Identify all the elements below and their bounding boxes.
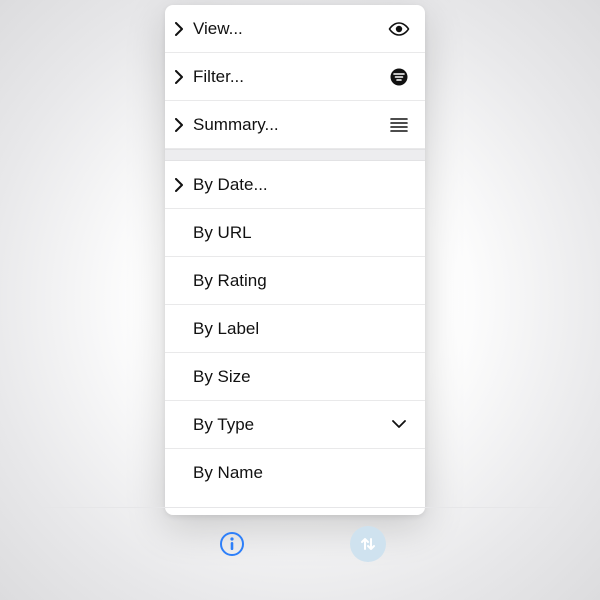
sort-item-name[interactable]: By Name bbox=[165, 449, 425, 497]
chevron-right-icon bbox=[165, 22, 193, 36]
sort-item-date[interactable]: By Date... bbox=[165, 161, 425, 209]
sort-icon bbox=[358, 534, 378, 554]
menu-item-label: By Size bbox=[193, 367, 387, 387]
menu-item-label: By URL bbox=[193, 223, 387, 243]
sort-item-type[interactable]: By Type bbox=[165, 401, 425, 449]
sort-item-rating[interactable]: By Rating bbox=[165, 257, 425, 305]
menu-item-label: View... bbox=[193, 19, 387, 39]
chevron-right-icon bbox=[165, 178, 193, 192]
chevron-down-icon bbox=[387, 420, 411, 429]
bottom-toolbar bbox=[40, 507, 560, 580]
menu-item-filter[interactable]: Filter... bbox=[165, 53, 425, 101]
menu-item-label: By Label bbox=[193, 319, 387, 339]
menu-item-label: By Date... bbox=[193, 175, 387, 195]
menu-item-label: By Rating bbox=[193, 271, 387, 291]
filter-icon bbox=[387, 68, 411, 86]
eye-icon bbox=[387, 22, 411, 36]
menu-item-label: By Name bbox=[193, 463, 387, 483]
info-button[interactable] bbox=[214, 526, 250, 562]
lines-icon bbox=[387, 117, 411, 133]
sort-item-size[interactable]: By Size bbox=[165, 353, 425, 401]
menu-item-label: By Type bbox=[193, 415, 387, 435]
info-icon bbox=[219, 531, 245, 557]
menu-item-summary[interactable]: Summary... bbox=[165, 101, 425, 149]
chevron-right-icon bbox=[165, 118, 193, 132]
menu-item-view[interactable]: View... bbox=[165, 5, 425, 53]
menu-item-label: Filter... bbox=[193, 67, 387, 87]
section-divider bbox=[165, 149, 425, 161]
menu-item-label: Summary... bbox=[193, 115, 387, 135]
popover-panel: View... Filter... Summary... bbox=[165, 5, 425, 515]
sort-item-label[interactable]: By Label bbox=[165, 305, 425, 353]
sort-item-url[interactable]: By URL bbox=[165, 209, 425, 257]
chevron-right-icon bbox=[165, 70, 193, 84]
sort-button[interactable] bbox=[350, 526, 386, 562]
